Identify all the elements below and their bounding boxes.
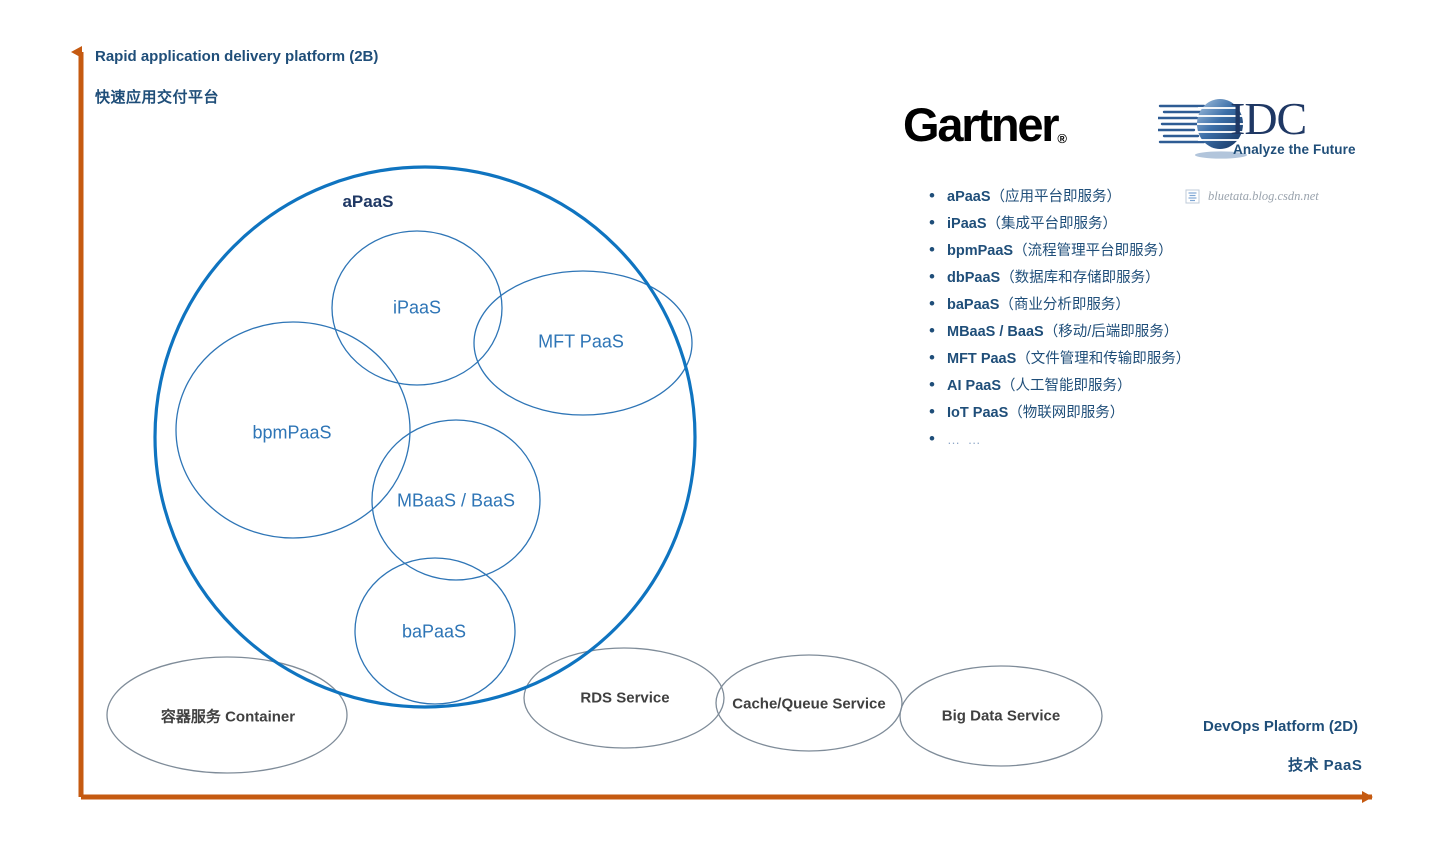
ellipse-label-rds: RDS Service bbox=[580, 689, 670, 707]
csdn-watermark-icon bbox=[1185, 189, 1200, 204]
watermark-text: bluetata.blog.csdn.net bbox=[1208, 189, 1319, 203]
bubble-label-mft-paas: MFT PaaS bbox=[538, 331, 624, 352]
legend-term: baPaaS bbox=[947, 297, 1000, 313]
legend-term: IoT PaaS bbox=[947, 405, 1009, 421]
legend-term: dbPaaS bbox=[947, 270, 1001, 286]
idc-wordmark: IDC bbox=[1230, 93, 1307, 144]
gartner-logo: Gartner® bbox=[903, 97, 1067, 152]
watermark: bluetata.blog.csdn.net bbox=[1185, 189, 1319, 204]
legend-item: iPaaS（集成平台即服务） bbox=[925, 214, 1345, 233]
legend-list: aPaaS（应用平台即服务） iPaaS（集成平台即服务） bpmPaaS（流程… bbox=[925, 187, 1345, 458]
legend-term: MBaaS / BaaS bbox=[947, 324, 1044, 340]
y-axis-title-en: Rapid application delivery platform (2B) bbox=[95, 48, 379, 65]
ellipse-label-cache-queue: Cache/Queue Service bbox=[732, 695, 886, 713]
legend-item: … … bbox=[925, 430, 1345, 449]
legend-desc: （物联网即服务） bbox=[1008, 405, 1125, 421]
bubble-label-bapaas: baPaaS bbox=[401, 621, 467, 642]
legend-desc: （集成平台即服务） bbox=[986, 216, 1118, 232]
legend-item: MBaaS / BaaS（移动/后端即服务） bbox=[925, 322, 1345, 341]
y-axis-title-zh: 快速应用交付平台 bbox=[95, 89, 220, 106]
legend-desc: （文件管理和传输即服务） bbox=[1016, 351, 1191, 367]
legend-item: MFT PaaS（文件管理和传输即服务） bbox=[925, 349, 1345, 368]
legend-desc: （应用平台即服务） bbox=[990, 189, 1122, 205]
legend-term: aPaaS bbox=[947, 189, 991, 205]
legend-term: bpmPaaS bbox=[947, 243, 1014, 259]
ellipse-label-container: 容器服务 Container bbox=[160, 708, 296, 726]
legend-item: dbPaaS（数据库和存储即服务） bbox=[925, 268, 1345, 287]
legend-desc: （移动/后端即服务） bbox=[1043, 324, 1179, 340]
registered-trademark-icon: ® bbox=[1057, 131, 1067, 146]
x-axis-title-zh: 技术 PaaS bbox=[1288, 757, 1363, 774]
legend-desc: （商业分析即服务） bbox=[999, 297, 1130, 313]
legend-desc: （人工智能即服务） bbox=[1001, 378, 1132, 394]
legend-item: baPaaS（商业分析即服务） bbox=[925, 295, 1345, 314]
bubble-label-apaas: aPaaS bbox=[342, 192, 394, 211]
legend-term: AI PaaS bbox=[947, 378, 1001, 394]
bubble-label-ipaas: iPaaS bbox=[392, 297, 442, 318]
legend-term: iPaaS bbox=[947, 216, 987, 232]
idc-tagline: Analyze the Future bbox=[1233, 142, 1356, 157]
legend-term: MFT PaaS bbox=[947, 351, 1017, 367]
legend-term: … … bbox=[947, 432, 983, 447]
ellipse-label-big-data: Big Data Service bbox=[941, 707, 1061, 725]
legend-item: IoT PaaS（物联网即服务） bbox=[925, 403, 1345, 422]
bubble-label-mbaas-baas: MBaaS / BaaS bbox=[396, 490, 516, 511]
gartner-wordmark: Gartner bbox=[903, 98, 1060, 151]
bubble-label-bpmpaas: bpmPaaS bbox=[252, 422, 332, 443]
legend-item: bpmPaaS（流程管理平台即服务） bbox=[925, 241, 1345, 260]
legend-desc: （数据库和存储即服务） bbox=[1000, 270, 1160, 286]
legend-item: AI PaaS（人工智能即服务） bbox=[925, 376, 1345, 395]
x-axis-title-en: DevOps Platform (2D) bbox=[1203, 718, 1359, 735]
diagram-canvas: Rapid application delivery platform (2B)… bbox=[0, 0, 1434, 844]
legend-desc: （流程管理平台即服务） bbox=[1013, 243, 1173, 259]
